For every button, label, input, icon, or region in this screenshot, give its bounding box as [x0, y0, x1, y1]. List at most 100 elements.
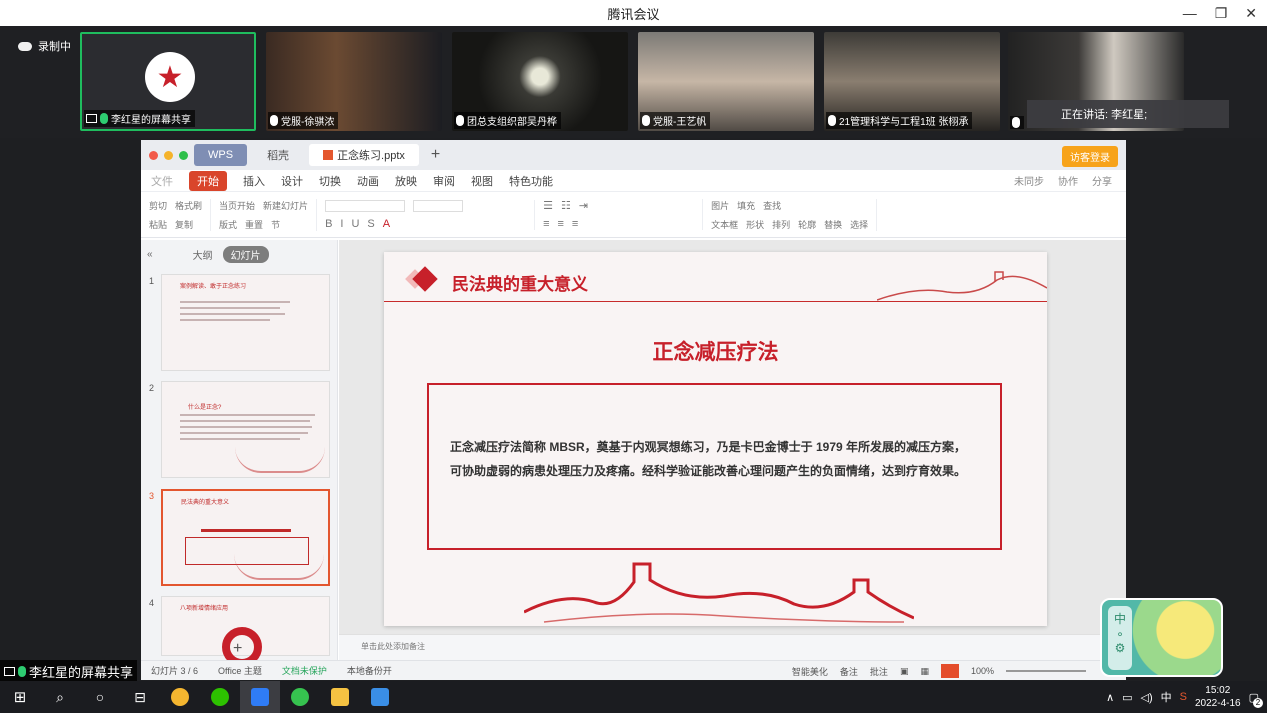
collapse-icon[interactable]: «: [147, 249, 153, 260]
collab-button[interactable]: 协作: [1058, 173, 1078, 188]
align-left-icon[interactable]: ≡: [543, 218, 549, 230]
zoom-level[interactable]: 100%: [971, 666, 994, 676]
remark-button[interactable]: 备注: [840, 665, 858, 678]
volume-icon[interactable]: ◁): [1141, 691, 1153, 704]
select-button[interactable]: 选择: [850, 218, 868, 231]
clock[interactable]: 15:02 2022-4-16: [1195, 684, 1241, 710]
tab-wps[interactable]: WPS: [194, 144, 248, 166]
paste-button[interactable]: 粘贴: [149, 218, 167, 231]
replace-button[interactable]: 替换: [824, 218, 842, 231]
tab-daoke[interactable]: 稻壳: [253, 144, 303, 166]
taskbar-app[interactable]: [160, 681, 200, 713]
participant-tile[interactable]: 团总支组织部吴丹桦: [452, 32, 628, 131]
normal-view-icon[interactable]: ▣: [900, 666, 909, 677]
gear-icon[interactable]: ⚙: [1115, 641, 1126, 655]
shape-button[interactable]: 形状: [746, 218, 764, 231]
align-center-icon[interactable]: ≡: [557, 218, 563, 230]
font-family-select[interactable]: [325, 199, 406, 212]
taskbar-app[interactable]: [360, 681, 400, 713]
copy-button[interactable]: 复制: [175, 218, 193, 231]
cut-button[interactable]: 剪切: [149, 199, 167, 212]
start-button[interactable]: ⊞: [0, 681, 40, 713]
new-slide-button[interactable]: 新建幻灯片: [263, 199, 308, 212]
add-slide-icon[interactable]: +: [233, 640, 242, 658]
smart-beautify-button[interactable]: 智能美化: [792, 665, 828, 678]
menu-item-view[interactable]: 视图: [471, 173, 493, 189]
indent-icon[interactable]: ⇥: [579, 199, 588, 212]
menu-item-features[interactable]: 特色功能: [509, 173, 553, 189]
bold-icon[interactable]: B: [325, 218, 332, 230]
section-button[interactable]: 节: [271, 218, 280, 231]
notification-icon[interactable]: ▢ 2: [1249, 691, 1263, 708]
ime-indicator[interactable]: 中: [1161, 689, 1172, 705]
italic-icon[interactable]: I: [340, 218, 343, 230]
taskbar-app[interactable]: [200, 681, 240, 713]
restore-icon[interactable]: ❐: [1215, 5, 1228, 22]
menu-item-animation[interactable]: 动画: [357, 173, 379, 189]
taskbar-app[interactable]: [320, 681, 360, 713]
outline-tab[interactable]: 大纲: [193, 247, 213, 262]
slide-subtitle[interactable]: 正念减压疗法: [384, 336, 1047, 366]
arrange-button[interactable]: 排列: [772, 218, 790, 231]
picture-button[interactable]: 图片: [711, 199, 729, 212]
align-right-icon[interactable]: ≡: [572, 218, 578, 230]
find-button[interactable]: 查找: [763, 199, 781, 212]
minimize-icon[interactable]: —: [1183, 5, 1197, 21]
search-button[interactable]: ⌕: [40, 681, 80, 713]
visitor-login-button[interactable]: 访客登录: [1062, 146, 1118, 167]
menu-item-transition[interactable]: 切换: [319, 173, 341, 189]
doc-protect-button[interactable]: 文档未保护: [282, 664, 327, 677]
menu-item-slideshow[interactable]: 放映: [395, 173, 417, 189]
underline-icon[interactable]: U: [351, 218, 359, 230]
play-button[interactable]: [940, 664, 959, 678]
number-list-icon[interactable]: ☷: [561, 199, 571, 212]
sync-button[interactable]: 未同步: [1014, 173, 1044, 188]
task-view-button[interactable]: ⊟: [120, 681, 160, 713]
close-dot-icon[interactable]: [149, 150, 158, 160]
grid-view-icon[interactable]: ▦: [920, 666, 929, 677]
slide-text-box[interactable]: 正念减压疗法简称 MBSR，奠基于内观冥想练习，乃是卡巴金博士于 1979 年所…: [427, 383, 1002, 550]
participant-tile[interactable]: 21管理科学与工程1班 张栩承: [824, 32, 1000, 131]
maximize-dot-icon[interactable]: [179, 150, 188, 160]
taskbar-app-active[interactable]: [240, 681, 280, 713]
menu-item-file[interactable]: 文件: [151, 173, 173, 189]
play-from-current-button[interactable]: 当页开始: [219, 199, 255, 212]
slide-header-title[interactable]: 民法典的重大意义: [452, 270, 588, 295]
reset-button[interactable]: 重置: [245, 218, 263, 231]
minimize-dot-icon[interactable]: [164, 150, 173, 160]
participant-tile[interactable]: 党服-徐骐浓: [266, 32, 442, 131]
font-size-select[interactable]: [413, 199, 464, 212]
ime-label[interactable]: 中: [1114, 612, 1126, 626]
strikethrough-icon[interactable]: S: [367, 218, 374, 230]
outline-button[interactable]: 轮廓: [798, 218, 816, 231]
backup-button[interactable]: 本地备份开: [347, 664, 392, 677]
slide-thumbnail[interactable]: 八项新增情绪应用: [161, 596, 330, 667]
recording-indicator[interactable]: 录制中: [18, 38, 71, 54]
layout-button[interactable]: 版式: [219, 218, 237, 231]
participant-tile[interactable]: 党服-王艺帆: [638, 32, 814, 131]
notes-area[interactable]: 单击此处添加备注: [339, 634, 1126, 660]
tray-expand-icon[interactable]: ∧: [1106, 691, 1114, 704]
comment-button[interactable]: 批注: [870, 665, 888, 678]
slide[interactable]: 民法典的重大意义 正念减压疗法 正念减压疗法简称 MBSR，奠基于内观冥想练习，…: [384, 252, 1047, 626]
slide-thumbnail-selected[interactable]: 民法典的重大意义: [161, 489, 330, 586]
menu-item-review[interactable]: 审阅: [433, 173, 455, 189]
font-color-icon[interactable]: A: [383, 218, 390, 230]
cortana-button[interactable]: ○: [80, 681, 120, 713]
slide-thumbnail[interactable]: 什么是正念?: [161, 381, 330, 478]
fill-button[interactable]: 填充: [737, 199, 755, 212]
taskbar-app[interactable]: [280, 681, 320, 713]
textbox-button[interactable]: 文本框: [711, 218, 738, 231]
close-icon[interactable]: ✕: [1245, 5, 1257, 22]
slide-thumbnail[interactable]: 案例解读、敢于正念练习: [161, 274, 330, 371]
bullet-list-icon[interactable]: ☰: [543, 199, 553, 212]
menu-item-insert[interactable]: 插入: [243, 173, 265, 189]
tab-file[interactable]: 正念练习.pptx: [309, 144, 419, 166]
dots-icon[interactable]: ∘: [1116, 627, 1124, 641]
share-button[interactable]: 分享: [1092, 173, 1112, 188]
network-icon[interactable]: ▭: [1122, 691, 1132, 704]
slides-tab[interactable]: 幻灯片: [222, 245, 269, 263]
menu-item-design[interactable]: 设计: [281, 173, 303, 189]
participant-tile[interactable]: ★ 李红星的屏幕共享: [80, 32, 256, 131]
menu-item-start[interactable]: 开始: [189, 170, 227, 191]
